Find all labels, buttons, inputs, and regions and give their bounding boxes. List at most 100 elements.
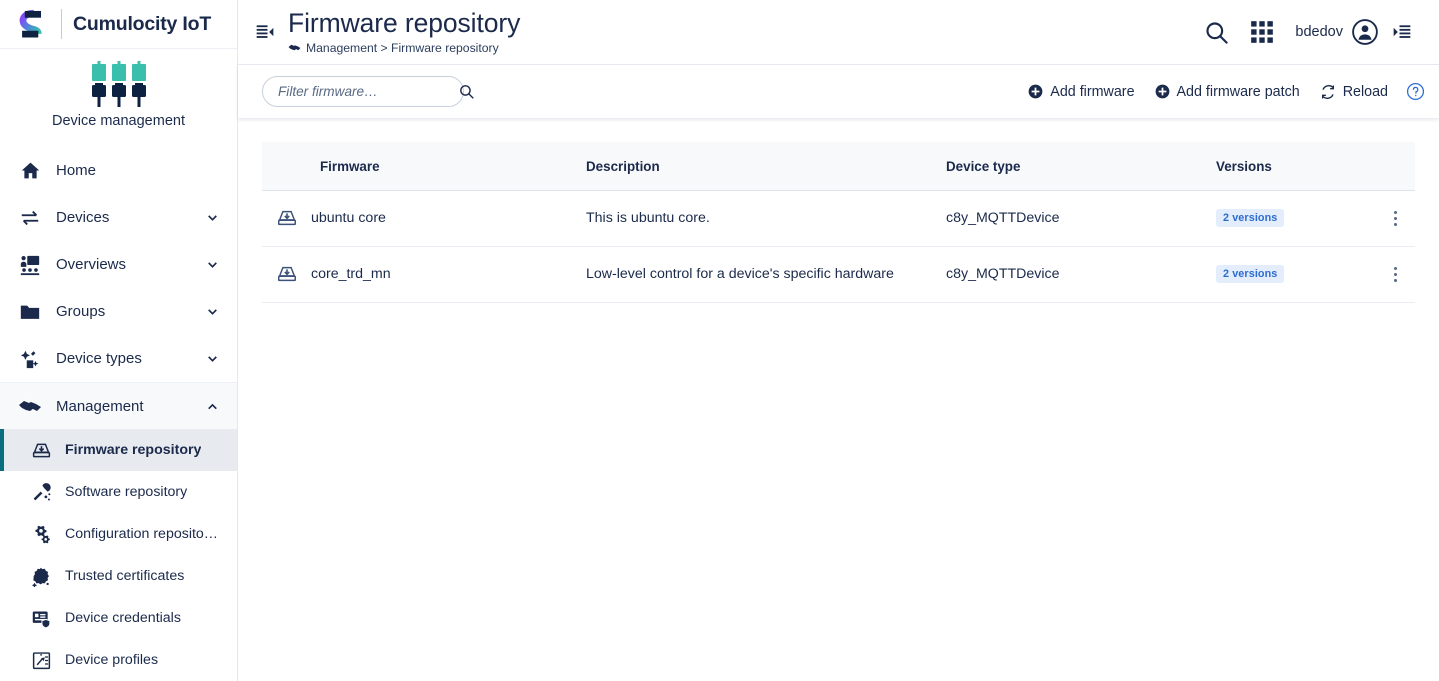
add-firmware-patch-button[interactable]: Add firmware patch xyxy=(1145,78,1310,106)
sidebar-item-device-credentials-label: Device credentials xyxy=(65,610,181,626)
table-body: ubuntu core This is ubuntu core. c8y_MQT… xyxy=(262,190,1415,303)
firmware-table-card: Firmware Description Device type Version… xyxy=(262,142,1415,303)
help-question-icon[interactable] xyxy=(1406,82,1425,101)
handshake-icon xyxy=(18,394,42,418)
breadcrumb: Management > Firmware repository xyxy=(288,41,520,55)
sidebar-item-configuration-repository-label: Configuration reposito… xyxy=(65,526,218,542)
sidebar-item-software-repository[interactable]: Software repository xyxy=(0,471,237,513)
sidebar-item-trusted-certificates[interactable]: Trusted certificates xyxy=(0,555,237,597)
brand-name: Cumulocity IoT xyxy=(73,12,212,35)
application-tile[interactable]: Device management xyxy=(0,48,237,143)
app-switcher-grid-icon[interactable] xyxy=(1239,9,1285,55)
column-header-actions xyxy=(1376,142,1415,191)
refresh-icon xyxy=(1320,84,1336,100)
collapse-sidebar-icon[interactable] xyxy=(252,19,278,45)
chevron-down-icon[interactable] xyxy=(206,258,219,271)
kebab-menu-icon[interactable] xyxy=(1376,266,1415,282)
column-header-versions[interactable]: Versions xyxy=(1216,142,1376,191)
table-row[interactable]: ubuntu core This is ubuntu core. c8y_MQT… xyxy=(262,190,1415,247)
status-badge[interactable]: 2 versions xyxy=(1216,265,1285,283)
column-header-device-type[interactable]: Device type xyxy=(946,142,1216,191)
firmware-table: Firmware Description Device type Version… xyxy=(262,142,1415,303)
cell-versions: 2 versions xyxy=(1216,246,1376,303)
firmware-archive-icon xyxy=(276,263,298,285)
reload-label: Reload xyxy=(1342,83,1388,100)
devices-transfer-icon xyxy=(18,206,42,230)
sidebar-item-devices[interactable]: Devices xyxy=(0,194,237,241)
device-management-plugs-icon xyxy=(91,61,146,107)
sidebar-item-groups[interactable]: Groups xyxy=(0,288,237,335)
sidebar-item-overviews[interactable]: Overviews xyxy=(0,241,237,288)
firmware-name: core_trd_mn xyxy=(311,266,391,282)
search-input[interactable] xyxy=(278,84,458,99)
device-profiles-clipboard-icon xyxy=(30,649,52,671)
folder-icon xyxy=(18,300,42,324)
firmware-name: ubuntu core xyxy=(311,210,386,226)
certificate-badge-icon xyxy=(30,565,52,587)
chevron-down-icon[interactable] xyxy=(206,305,219,318)
cell-actions xyxy=(1376,246,1415,303)
sidebar-item-home-label: Home xyxy=(56,162,97,179)
plus-circle-icon xyxy=(1155,84,1170,99)
cell-description: This is ubuntu core. xyxy=(586,190,946,247)
add-firmware-button[interactable]: Add firmware xyxy=(1018,78,1144,106)
main-navigation: Home Devices Overviews Groups Device typ… xyxy=(0,143,237,681)
sidebar-item-devices-label: Devices xyxy=(56,209,110,226)
app-root: Cumulocity IoT Device management Home De… xyxy=(0,0,1439,681)
brand-header[interactable]: Cumulocity IoT xyxy=(0,0,237,48)
cumulocity-s-logo-icon xyxy=(19,9,42,38)
top-header: Firmware repository Management > Firmwar… xyxy=(238,0,1439,65)
cell-firmware: core_trd_mn xyxy=(262,246,586,303)
sidebar-item-groups-label: Groups xyxy=(56,303,106,320)
brand-divider xyxy=(61,9,62,39)
cell-device-type: c8y_MQTTDevice xyxy=(946,190,1216,247)
chevron-down-icon[interactable] xyxy=(206,352,219,365)
sidebar-item-device-profiles-label: Device profiles xyxy=(65,652,159,668)
status-badge[interactable]: 2 versions xyxy=(1216,209,1285,227)
table-row[interactable]: core_trd_mn Low-level control for a devi… xyxy=(262,246,1415,303)
sidebar: Cumulocity IoT Device management Home De… xyxy=(0,0,238,681)
software-wrench-icon xyxy=(30,481,52,503)
user-name: bdedov xyxy=(1295,24,1343,40)
page-title: Firmware repository xyxy=(288,8,521,39)
sidebar-item-overviews-label: Overviews xyxy=(56,256,127,273)
header-actions: bdedov xyxy=(1193,9,1425,55)
reload-button[interactable]: Reload xyxy=(1310,78,1398,106)
sidebar-item-trusted-certificates-label: Trusted certificates xyxy=(65,568,185,584)
breadcrumb-text[interactable]: Management > Firmware repository xyxy=(306,41,499,55)
filter-firmware-box[interactable] xyxy=(262,76,474,107)
overviews-presentation-icon xyxy=(18,253,42,277)
user-avatar-icon xyxy=(1351,18,1379,46)
sidebar-item-firmware-repository[interactable]: Firmware repository xyxy=(0,429,237,471)
sidebar-item-configuration-repository[interactable]: Configuration reposito… xyxy=(0,513,237,555)
device-credentials-shield-icon xyxy=(30,607,52,629)
cell-description: Low-level control for a device's specifi… xyxy=(586,246,946,303)
sidebar-item-management-label: Management xyxy=(56,397,144,415)
user-menu[interactable]: bdedov xyxy=(1285,18,1379,46)
handshake-icon xyxy=(288,41,301,54)
chevron-down-icon[interactable] xyxy=(206,211,219,224)
main-area: Firmware repository Management > Firmwar… xyxy=(238,0,1439,681)
action-toolbar: Add firmware Add firmware patch xyxy=(238,65,1439,118)
right-drawer-icon[interactable] xyxy=(1379,9,1425,55)
sidebar-item-device-types[interactable]: Device types xyxy=(0,335,237,382)
search-icon[interactable] xyxy=(458,83,475,100)
cell-versions: 2 versions xyxy=(1216,190,1376,247)
sidebar-item-management[interactable]: Management xyxy=(0,382,237,429)
application-name: Device management xyxy=(52,113,185,129)
table-header: Firmware Description Device type Version… xyxy=(262,142,1415,191)
kebab-menu-icon[interactable] xyxy=(1376,210,1415,226)
add-firmware-patch-label: Add firmware patch xyxy=(1176,83,1300,100)
cell-device-type: c8y_MQTTDevice xyxy=(946,246,1216,303)
search-icon[interactable] xyxy=(1193,9,1239,55)
chevron-up-icon[interactable] xyxy=(206,400,219,413)
sidebar-item-device-credentials[interactable]: Device credentials xyxy=(0,597,237,639)
firmware-archive-icon xyxy=(30,439,52,461)
firmware-archive-icon xyxy=(276,207,298,229)
column-header-description[interactable]: Description xyxy=(586,142,946,191)
table-header-row: Firmware Description Device type Version… xyxy=(262,142,1415,191)
sidebar-item-device-profiles[interactable]: Device profiles xyxy=(0,639,237,681)
sidebar-item-home[interactable]: Home xyxy=(0,147,237,194)
sidebar-item-firmware-repository-label: Firmware repository xyxy=(65,442,202,458)
column-header-firmware[interactable]: Firmware xyxy=(262,142,586,191)
